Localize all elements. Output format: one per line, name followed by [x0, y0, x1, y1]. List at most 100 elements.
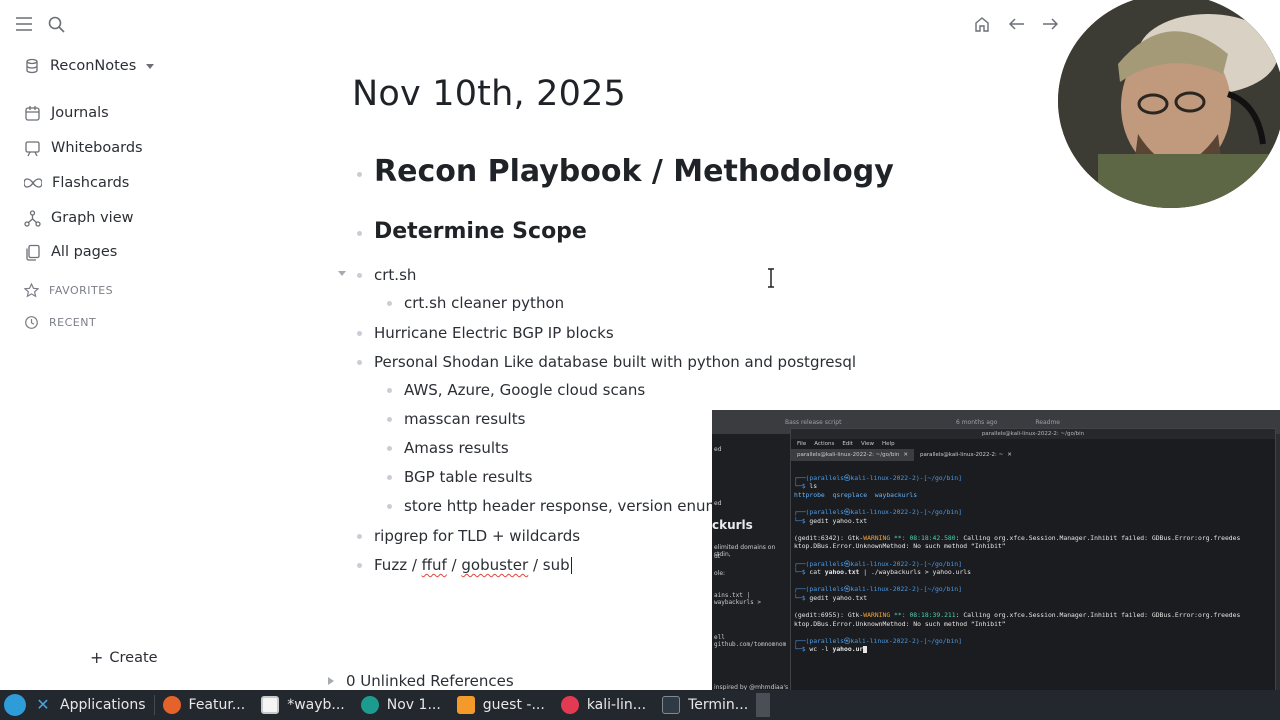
unlinked-references-toggle[interactable]: 0 Unlinked References [328, 672, 514, 690]
block-bullet[interactable] [357, 273, 362, 278]
command: gedit yahoo.txt [809, 593, 868, 602]
star-icon [24, 283, 39, 298]
readme-heading: ckurls [712, 518, 753, 532]
block-text[interactable]: AWS, Azure, Google cloud scans [404, 381, 645, 399]
whiteboard-icon [25, 140, 40, 156]
recent-section[interactable]: RECENT [24, 315, 96, 330]
menu-file[interactable]: File [797, 441, 806, 447]
block-heading-1[interactable]: Recon Playbook / Methodology [374, 154, 894, 189]
home-icon[interactable] [972, 14, 992, 34]
misspelled-word: ffuf [421, 556, 447, 574]
block-bullet[interactable] [387, 388, 392, 393]
taskbar-label: Applications [60, 697, 146, 713]
create-button[interactable]: + Create [90, 648, 158, 667]
menu-view[interactable]: View [861, 441, 874, 447]
taskbar-label: guest -... [482, 697, 545, 713]
warn-text: (gedit:6955): Gtk- [794, 611, 864, 620]
back-arrow-icon[interactable] [1007, 14, 1027, 34]
readme-line: ut [714, 553, 721, 560]
forward-arrow-icon[interactable] [1040, 14, 1060, 34]
block-text[interactable]: store http header response, version enum [404, 497, 720, 515]
unlinked-references-label: 0 Unlinked References [346, 672, 514, 690]
tab-label: parallels@kali-linux-2022-2: ~/go/bin [797, 452, 900, 458]
taskbar-window-parallels[interactable]: kali-lin... [553, 690, 654, 720]
sidebar-item-all-pages[interactable]: All pages [24, 241, 117, 263]
terminal-tab[interactable]: parallels@kali-linux-2022-2: ~ ✕ [914, 449, 1018, 461]
taskbar-extra-slot[interactable] [756, 693, 771, 717]
taskbar-window-files[interactable]: guest -... [449, 690, 553, 720]
plus-icon: + [90, 648, 104, 667]
favorites-label: FAVORITES [49, 284, 114, 297]
block-bullet[interactable] [387, 301, 392, 306]
close-icon[interactable]: ✕ [903, 452, 908, 458]
block-text[interactable]: BGP table results [404, 468, 532, 486]
block-editor[interactable]: Fuzz / ffuf / gobuster / sub [374, 556, 572, 574]
block-heading-2[interactable]: Determine Scope [374, 219, 587, 244]
journal-title[interactable]: Nov 10th, 2025 [352, 74, 626, 114]
taskbar-applications[interactable]: ✕ Applications [0, 690, 154, 720]
search-icon[interactable] [46, 14, 66, 34]
command: cat [809, 568, 825, 577]
warn-time: **: 08:18:39.211 [890, 611, 956, 620]
block-bullet[interactable] [357, 231, 362, 236]
terminal-output[interactable]: ┌──(parallels㉿kali-linux-2022-2)-[~/go/b… [791, 461, 1275, 658]
taskbar-label: kali-lin... [586, 697, 647, 713]
block-text[interactable]: ripgrep for TLD + wildcards [374, 527, 580, 545]
warn-label: WARNING [863, 611, 891, 620]
taskbar-window-editor[interactable]: *wayb... [253, 690, 353, 720]
block-text[interactable]: masscan results [404, 410, 525, 428]
command: wc -l [809, 645, 833, 654]
command-arg: yahoo.ur [832, 645, 864, 654]
block-bullet[interactable] [357, 534, 362, 539]
taskbar-window-logseq[interactable]: Nov 1... [353, 690, 449, 720]
collapse-arrow-icon[interactable] [338, 271, 346, 276]
parallels-icon [560, 696, 579, 714]
taskbar-window-firefox[interactable]: Featur... [155, 690, 254, 720]
sidebar-item-flashcards[interactable]: Flashcards [24, 172, 129, 194]
block-text[interactable]: Hurricane Electric BGP IP blocks [374, 324, 614, 342]
text-editor-icon [261, 696, 280, 714]
recent-label: RECENT [49, 316, 97, 329]
block-text[interactable]: crt.sh cleaner python [404, 294, 564, 312]
sidebar-item-graph-view[interactable]: Graph view [24, 207, 133, 229]
terminal-icon [662, 696, 681, 714]
applications-menu-icon: ✕ [36, 695, 50, 714]
database-icon [26, 58, 38, 74]
block-text[interactable]: crt.sh [374, 266, 416, 284]
block-text[interactable]: Personal Shodan Like database built with… [374, 353, 856, 371]
terminal-title: parallels@kali-linux-2022-2: ~/go/bin [791, 429, 1275, 439]
firefox-icon [162, 696, 181, 714]
warn-text: : Calling org.xfce.Session.Manager.Inhib… [955, 533, 1241, 542]
command: gedit yahoo.txt [809, 516, 868, 525]
graph-selector[interactable]: ReconNotes [24, 58, 155, 74]
terminal-window[interactable]: parallels@kali-linux-2022-2: ~/go/bin Fi… [790, 428, 1276, 694]
menu-icon[interactable] [14, 14, 34, 34]
block-text[interactable]: Amass results [404, 439, 509, 457]
taskbar-window-terminal[interactable]: Termin... [654, 690, 756, 720]
block-bullet[interactable] [387, 504, 392, 509]
warn-text: ktop.DBus.Error.UnknownMethod: No such m… [794, 542, 1006, 551]
command-arg: yahoo.txt [824, 568, 860, 577]
sidebar-item-label: Whiteboards [51, 140, 143, 156]
sidebar-item-journals[interactable]: Journals [24, 102, 109, 124]
favorites-section[interactable]: FAVORITES [24, 283, 113, 298]
warn-time: **: 08:18:42.580 [890, 533, 956, 542]
block-bullet[interactable] [357, 360, 362, 365]
block-bullet[interactable] [387, 475, 392, 480]
readme-line: ole: [714, 570, 726, 577]
home-folder-icon [456, 696, 475, 714]
menu-actions[interactable]: Actions [814, 441, 834, 447]
readme-line: ed [714, 500, 722, 507]
block-bullet[interactable] [387, 446, 392, 451]
block-bullet[interactable] [357, 172, 362, 177]
close-icon[interactable]: ✕ [1007, 452, 1012, 458]
menu-edit[interactable]: Edit [842, 441, 853, 447]
sidebar-item-whiteboards[interactable]: Whiteboards [24, 137, 143, 159]
terminal-tab[interactable]: parallels@kali-linux-2022-2: ~/go/bin ✕ [791, 449, 914, 461]
block-bullet[interactable] [387, 417, 392, 422]
menu-help[interactable]: Help [882, 441, 895, 447]
block-bullet[interactable] [357, 563, 362, 568]
block-bullet[interactable] [357, 331, 362, 336]
terminal-tabs: parallels@kali-linux-2022-2: ~/go/bin ✕ p… [791, 449, 1275, 461]
terminal-cursor [863, 645, 868, 653]
